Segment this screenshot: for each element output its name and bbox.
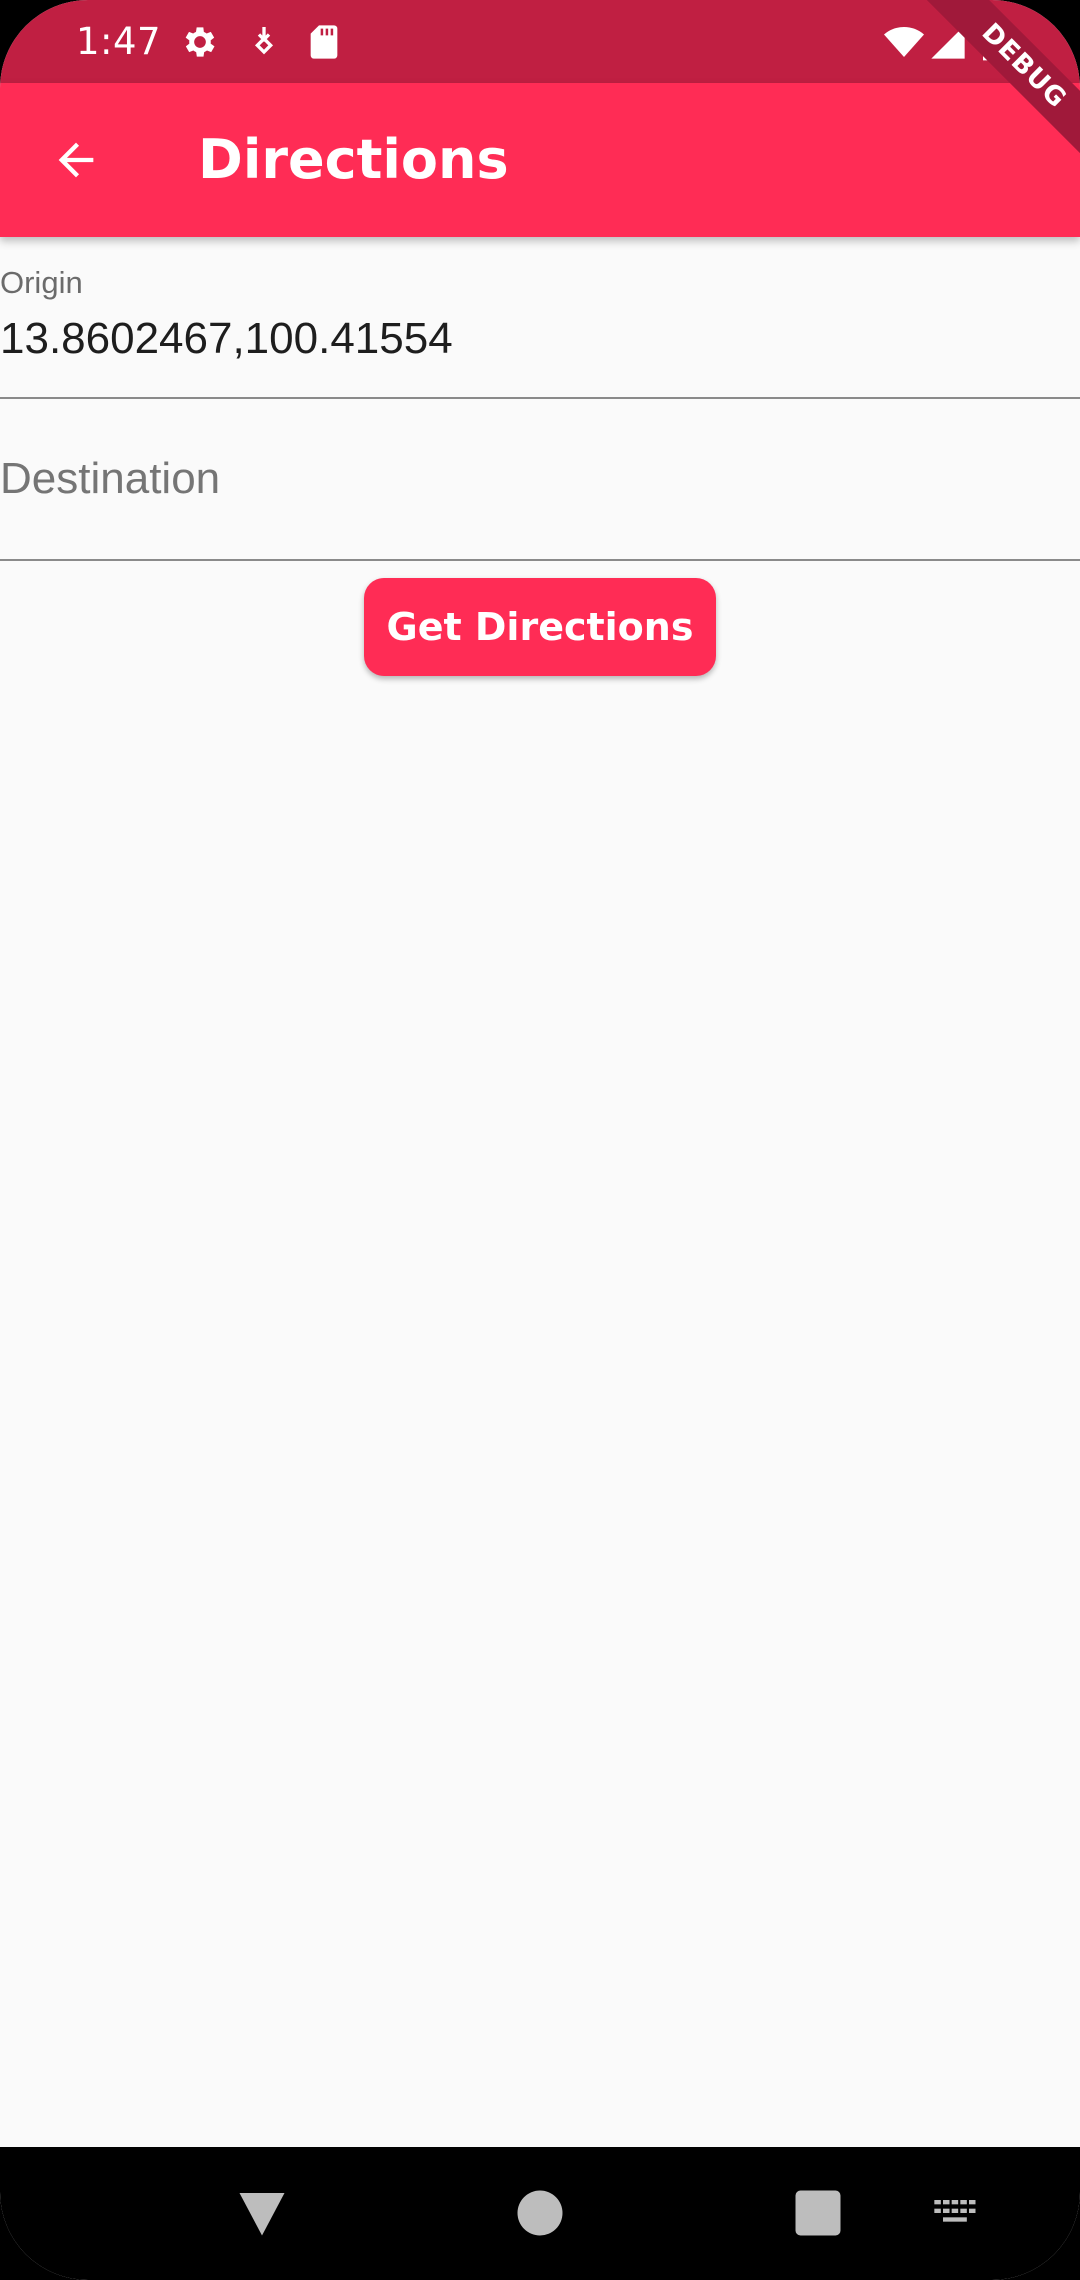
- settings-icon: [180, 22, 220, 62]
- download-icon: [244, 22, 284, 62]
- back-button[interactable]: [36, 120, 116, 200]
- keyboard-icon[interactable]: [930, 2187, 982, 2239]
- origin-value[interactable]: 13.8602467,100.41554: [0, 311, 453, 367]
- app-bar: Directions: [0, 83, 1080, 237]
- navigation-bar: [0, 2147, 1080, 2280]
- app-screen: 1:47 Directions DEBUG Origin 13.8602467,…: [0, 0, 1080, 2280]
- get-directions-button[interactable]: Get Directions: [364, 578, 716, 676]
- home-circle-icon[interactable]: [510, 2183, 570, 2243]
- page-title: Directions: [198, 128, 509, 191]
- origin-label: Origin: [0, 265, 83, 300]
- sd-card-icon: [304, 22, 344, 62]
- status-bar: 1:47: [0, 0, 1080, 83]
- status-time: 1:47: [76, 20, 162, 63]
- recents-square-icon[interactable]: [788, 2183, 848, 2243]
- back-triangle-icon[interactable]: [232, 2183, 292, 2243]
- destination-placeholder: Destination: [0, 454, 221, 503]
- wifi-icon: [882, 22, 926, 62]
- origin-field[interactable]: Origin 13.8602467,100.41554: [0, 237, 1080, 399]
- arrow-back-icon: [58, 142, 94, 178]
- destination-field[interactable]: Destination: [0, 399, 1080, 561]
